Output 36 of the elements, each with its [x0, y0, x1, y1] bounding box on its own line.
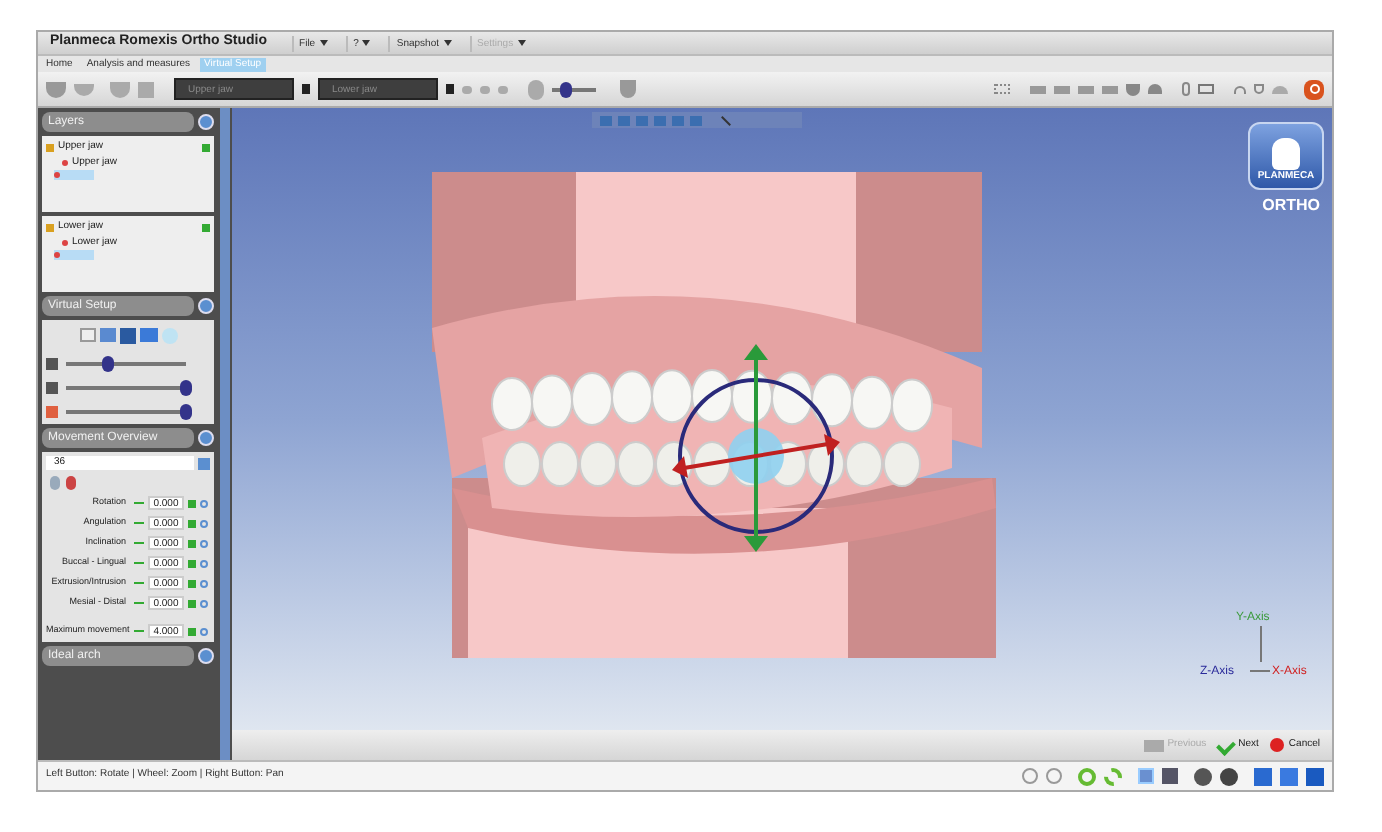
axis-line	[1260, 626, 1262, 662]
tree-item[interactable]	[54, 250, 94, 260]
caret-icon	[517, 40, 526, 46]
square-icon[interactable]	[1138, 768, 1154, 784]
collapse-icon[interactable]	[198, 648, 214, 664]
reset-icon[interactable]	[200, 627, 208, 635]
slider-thumb[interactable]	[102, 356, 114, 372]
minus-icon[interactable]	[134, 521, 144, 525]
reset-icon[interactable]	[200, 539, 208, 547]
minus-icon[interactable]	[134, 581, 144, 585]
collapse-icon[interactable]	[198, 298, 214, 314]
slider-thumb[interactable]	[180, 380, 192, 396]
reset-icon[interactable]	[200, 559, 208, 567]
minus-icon[interactable]	[134, 629, 144, 633]
collapse-icon[interactable]	[198, 114, 214, 130]
slider-thumb[interactable]	[559, 81, 572, 97]
grid-icon[interactable]	[994, 84, 1010, 94]
tree-item[interactable]	[54, 170, 94, 180]
slider-thumb[interactable]	[180, 404, 192, 420]
reset-icon[interactable]	[200, 519, 208, 527]
caret-icon	[443, 40, 452, 46]
reset-icon[interactable]	[200, 499, 208, 507]
reset-icon[interactable]	[200, 599, 208, 607]
caret-icon	[362, 40, 371, 46]
reset-icon[interactable]	[200, 579, 208, 587]
square-icon[interactable]	[138, 81, 154, 97]
logo-text: ORTHO	[1262, 194, 1320, 218]
minus-icon[interactable]	[134, 561, 144, 565]
minus-icon[interactable]	[134, 541, 144, 545]
axis-line	[1250, 670, 1270, 672]
power-icon[interactable]	[1304, 79, 1324, 99]
collapse-icon[interactable]	[198, 430, 214, 446]
caret-icon	[319, 40, 328, 46]
scrollbar[interactable]	[218, 108, 232, 760]
minus-icon[interactable]	[134, 601, 144, 605]
minus-icon[interactable]	[134, 501, 144, 505]
